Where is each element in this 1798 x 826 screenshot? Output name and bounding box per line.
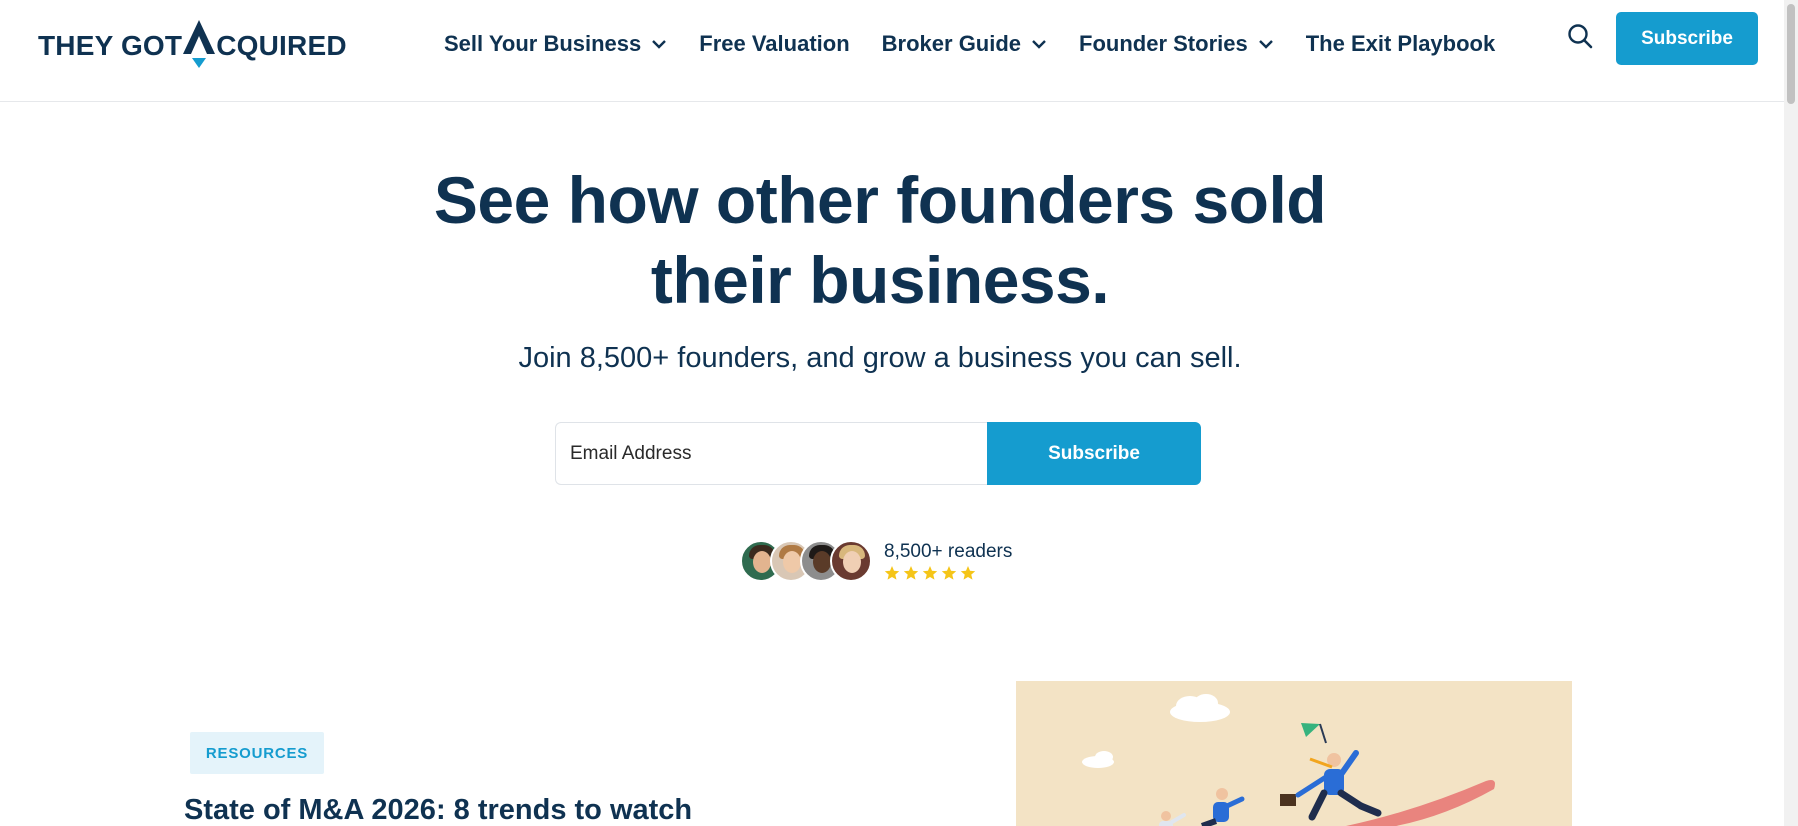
main-nav: Sell Your Business Free Valuation Broker… <box>444 28 1527 60</box>
star-icon <box>922 566 938 580</box>
hero-subscribe-button[interactable]: Subscribe <box>987 422 1201 485</box>
header-subscribe-button[interactable]: Subscribe <box>1616 12 1758 65</box>
newsletter-form: Subscribe <box>555 422 1201 485</box>
chevron-down-icon <box>1032 40 1046 49</box>
site-header: THEY GOT CQUIRED Sell Your Business Free… <box>0 0 1784 102</box>
logo[interactable]: THEY GOT CQUIRED <box>38 20 347 68</box>
search-button[interactable] <box>1566 22 1594 50</box>
rating-stars <box>884 565 1012 581</box>
readers-count: 8,500+ readers <box>884 541 1013 562</box>
scrollbar-thumb[interactable] <box>1787 4 1795 104</box>
star-icon <box>960 566 976 580</box>
social-proof: 8,500+ readers <box>740 538 1012 584</box>
logo-text-right: CQUIRED <box>216 30 347 61</box>
star-icon <box>884 566 900 580</box>
logo-text-left: THEY GOT <box>38 30 183 61</box>
nav-label: Broker Guide <box>881 31 1022 56</box>
hero-title-line1: See how other founders sold <box>433 163 1327 237</box>
avatar <box>830 540 872 582</box>
star-icon <box>903 566 919 580</box>
nav-item-sell-your-business[interactable]: Sell Your Business <box>444 31 667 57</box>
category-tag[interactable]: RESOURCES <box>190 732 324 774</box>
nav-item-founder-stories[interactable]: Founder Stories <box>1079 31 1274 57</box>
search-icon <box>1568 24 1593 49</box>
nav-item-free-valuation[interactable]: Free Valuation <box>699 31 849 57</box>
chevron-down-icon <box>1258 40 1273 49</box>
star-icon <box>941 566 957 580</box>
readers-info: 8,500+ readers <box>884 541 1012 581</box>
nav-item-broker-guide[interactable]: Broker Guide <box>882 31 1047 57</box>
hero-subtitle: Join 8,500+ founders, and grow a busines… <box>518 342 1242 374</box>
nav-label: The Exit Playbook <box>1305 31 1496 56</box>
hero-title: See how other founders sold their busine… <box>380 160 1380 320</box>
page: THEY GOT CQUIRED Sell Your Business Free… <box>0 0 1798 826</box>
article-title[interactable]: State of M&A 2026: 8 trends to watch <box>184 794 984 826</box>
founders-climbing-illustration <box>1016 681 1572 826</box>
scrollbar[interactable] <box>1784 0 1798 826</box>
nav-item-exit-playbook[interactable]: The Exit Playbook <box>1306 31 1496 57</box>
article-illustration[interactable] <box>1016 681 1572 826</box>
hero-title-line2: their business. <box>650 243 1110 317</box>
email-input[interactable] <box>555 422 987 485</box>
nav-label: Free Valuation <box>699 31 850 56</box>
reader-avatars <box>740 540 872 582</box>
nav-label: Founder Stories <box>1079 31 1248 56</box>
chevron-down-icon <box>652 40 667 49</box>
nav-label: Sell Your Business <box>444 31 642 56</box>
logo-mark-icon <box>183 20 216 68</box>
